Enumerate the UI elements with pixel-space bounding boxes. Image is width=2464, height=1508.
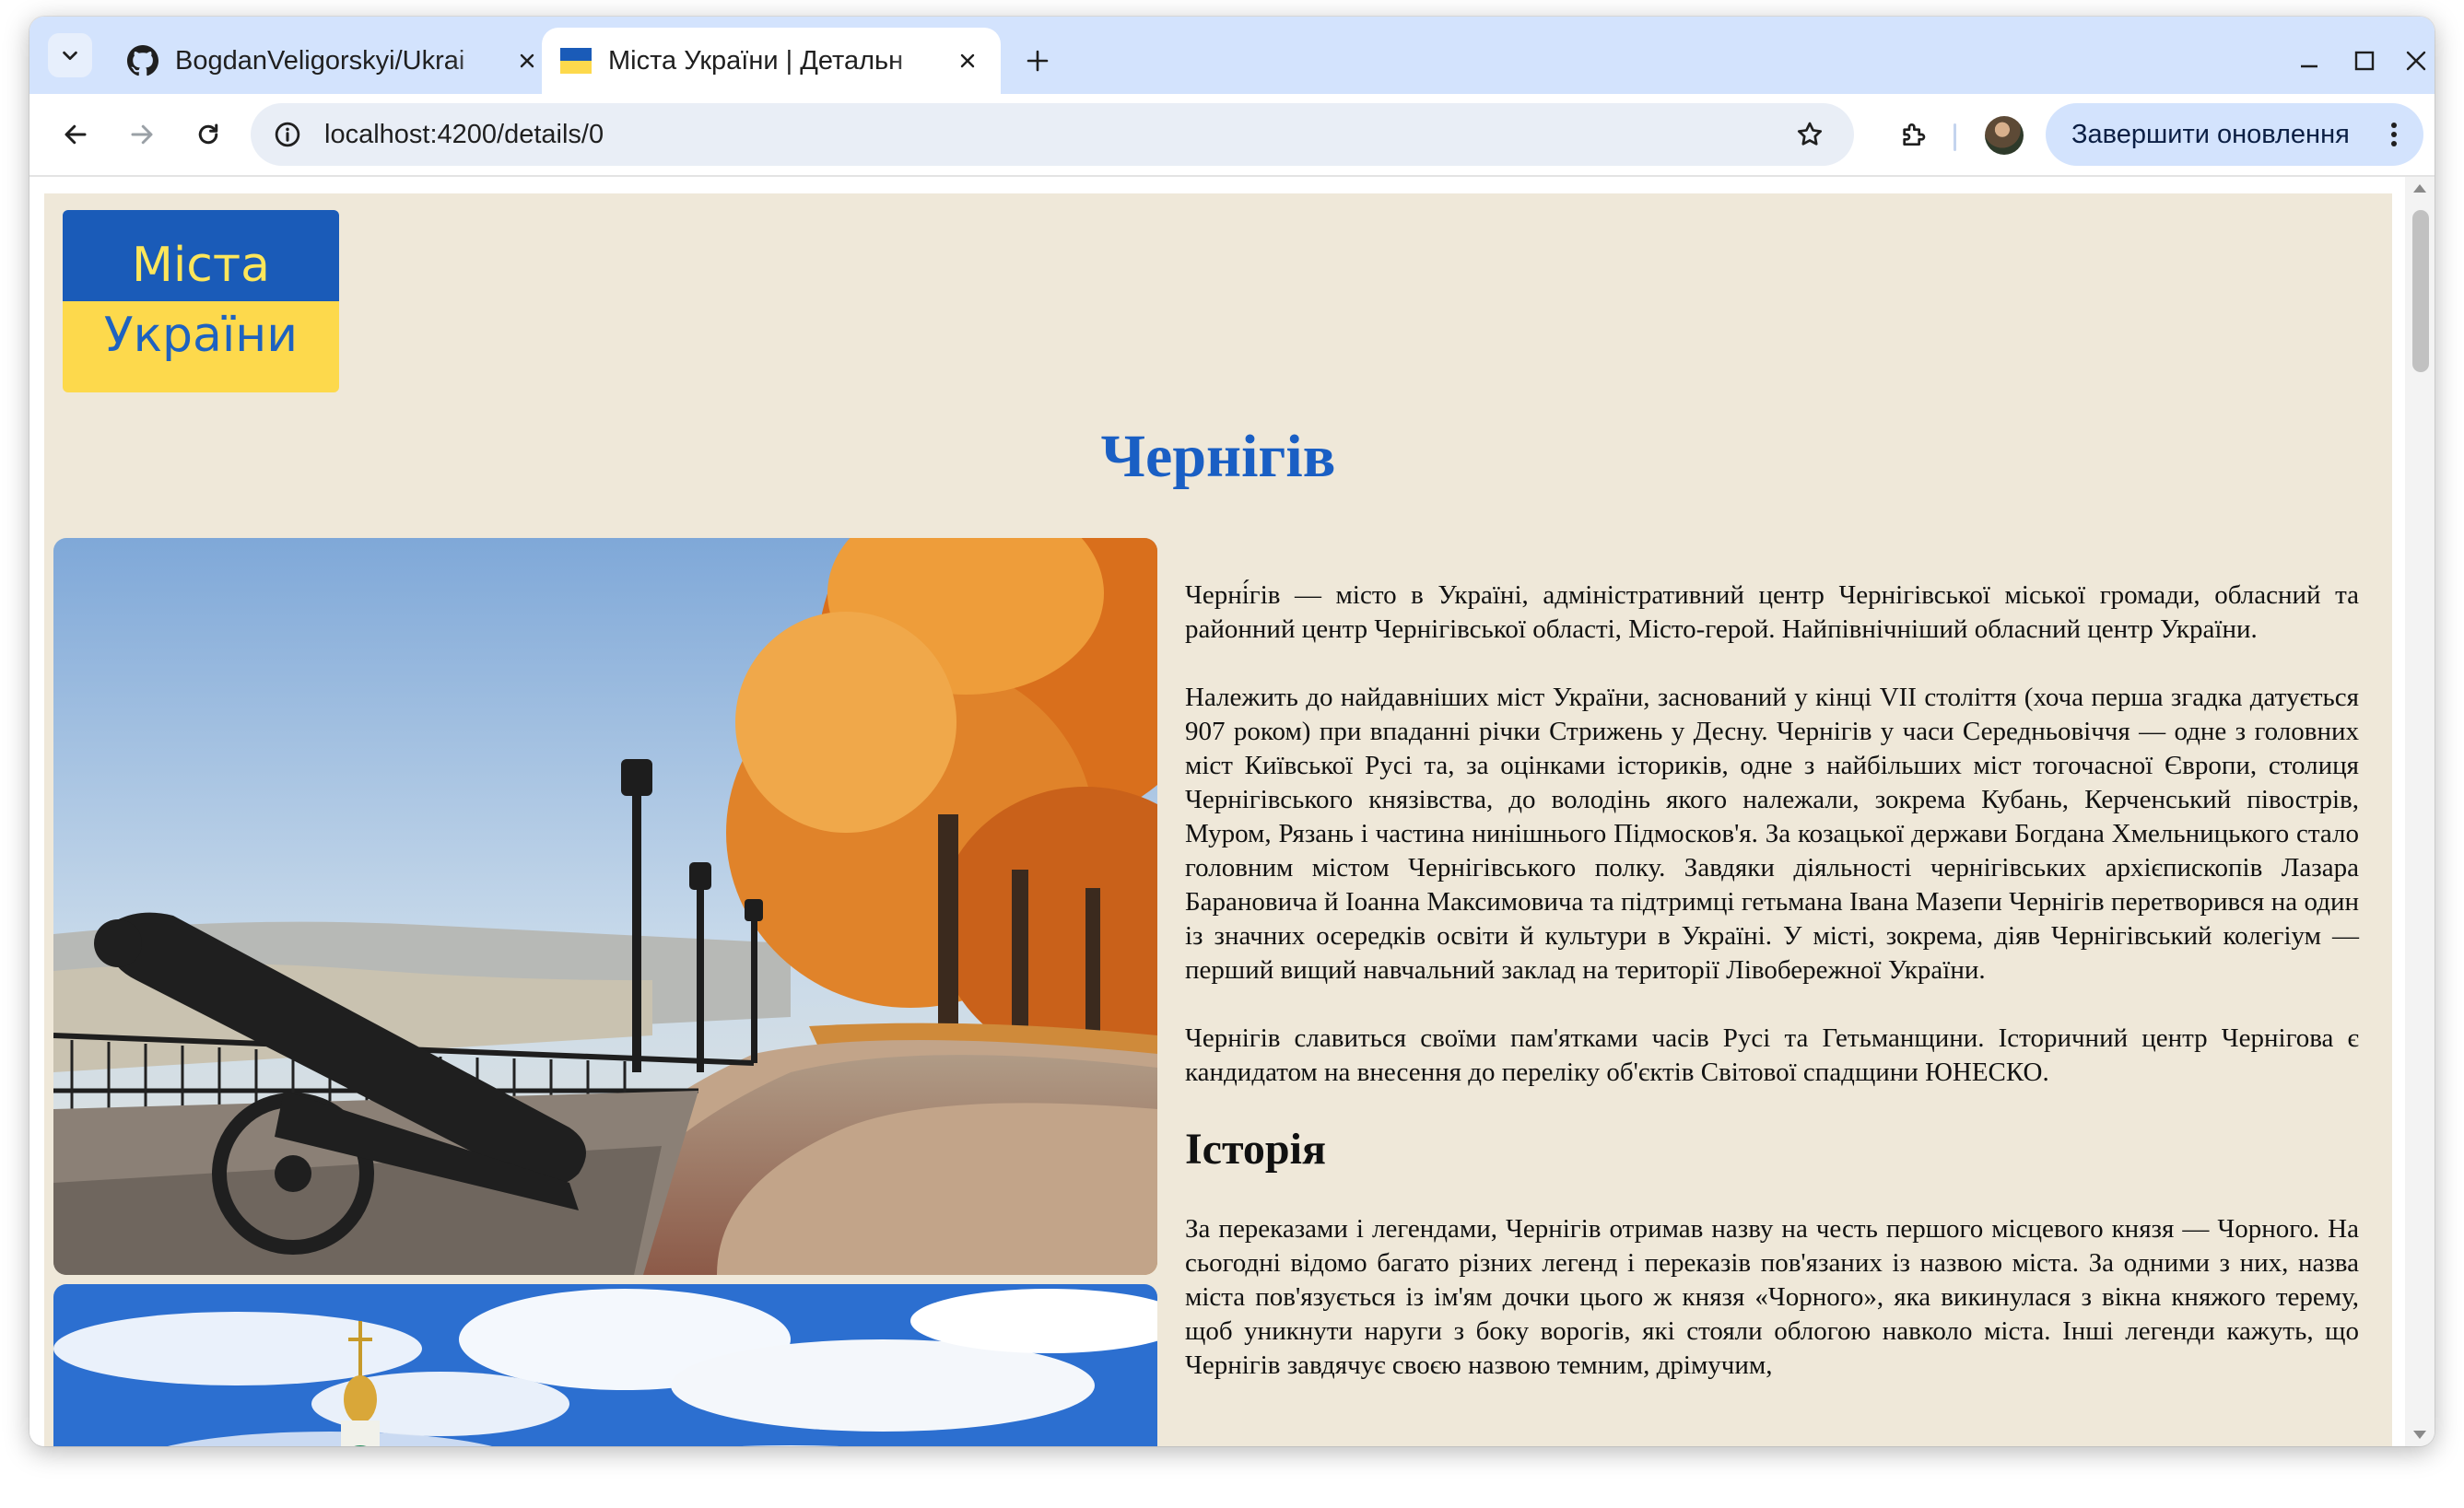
forward-button[interactable] [120,112,164,157]
browser-toolbar: localhost:4200/details/0 Завершити оновл… [29,94,2435,175]
bookmark-star-icon[interactable] [1791,116,1828,153]
finish-update-button[interactable]: Завершити оновлення [2046,103,2423,166]
tab-search-button[interactable] [48,33,92,77]
tab-title: BogdanVeligorskyi/Ukrai [175,45,465,76]
site-info-icon[interactable] [271,118,304,151]
page-viewport: Міста України Чернігів Черні́гів — місто… [29,177,2405,1446]
scrollbar-thumb[interactable] [2412,210,2429,372]
browser-window: BogdanVeligorskyi/Ukrai Міста України | … [29,17,2435,1446]
plus-icon [1027,50,1049,72]
minimize-button[interactable] [2287,39,2331,83]
page-body: Міста України Чернігів Черні́гів — місто… [44,193,2392,1446]
close-icon[interactable] [953,46,982,76]
maximize-icon [2354,51,2375,71]
tab-active-details[interactable]: Міста України | Детальн [542,28,1001,94]
history-paragraph: За переказами і легендами, Чернігів отри… [1185,1214,2359,1380]
close-icon [2406,51,2426,71]
toolbar-separator [1954,123,1956,151]
extensions-button[interactable] [1891,112,1935,157]
page-scrollbar[interactable] [2405,177,2435,1446]
url-text[interactable]: localhost:4200/details/0 [324,120,1791,150]
minimize-icon [2301,64,2317,68]
more-options-icon[interactable] [2376,121,2412,148]
city-photo-church-dome [53,1284,1157,1446]
tab-title: Міста України | Детальн [608,45,904,76]
description-paragraph: Належить до найдавніших міст України, за… [1185,683,2359,985]
new-tab-button[interactable] [1015,39,1060,83]
city-title: Чернігів [1100,423,1336,490]
description-paragraph: Чернігів славиться своїми пам'ятками час… [1185,1023,2359,1087]
reload-button[interactable] [186,112,230,157]
arrow-right-icon [131,124,153,145]
logo-text-line1: Міста [131,238,271,293]
chevron-down-icon [63,51,77,61]
profile-avatar[interactable] [1985,116,2024,155]
scroll-down-arrow-icon[interactable] [2413,1431,2426,1439]
tab-github[interactable]: BogdanVeligorskyi/Ukrai [109,28,560,94]
back-button[interactable] [53,112,98,157]
github-icon [127,45,158,76]
reload-icon [198,123,218,145]
close-icon[interactable] [512,46,542,76]
ukraine-flag-icon [560,45,592,76]
address-bar[interactable]: localhost:4200/details/0 [251,103,1854,166]
logo-text-line2: України [103,308,299,363]
site-logo[interactable]: Міста України [63,210,339,392]
scroll-up-arrow-icon[interactable] [2413,184,2426,193]
city-photo-cannon-promenade [53,538,1157,1275]
close-window-button[interactable] [2394,39,2435,83]
description-paragraph: Черні́гів — місто в Україні, адміністрат… [1185,580,2359,644]
arrow-left-icon [65,124,87,145]
history-heading: Історія [1185,1125,1326,1174]
maximize-button[interactable] [2342,39,2387,83]
puzzle-piece-icon [1903,123,1926,146]
city-description: Черні́гів — місто в Україні, адміністрат… [1185,579,2359,1417]
update-button-label: Завершити оновлення [2071,119,2350,149]
tab-strip: BogdanVeligorskyi/Ukrai Міста України | … [29,17,2435,94]
